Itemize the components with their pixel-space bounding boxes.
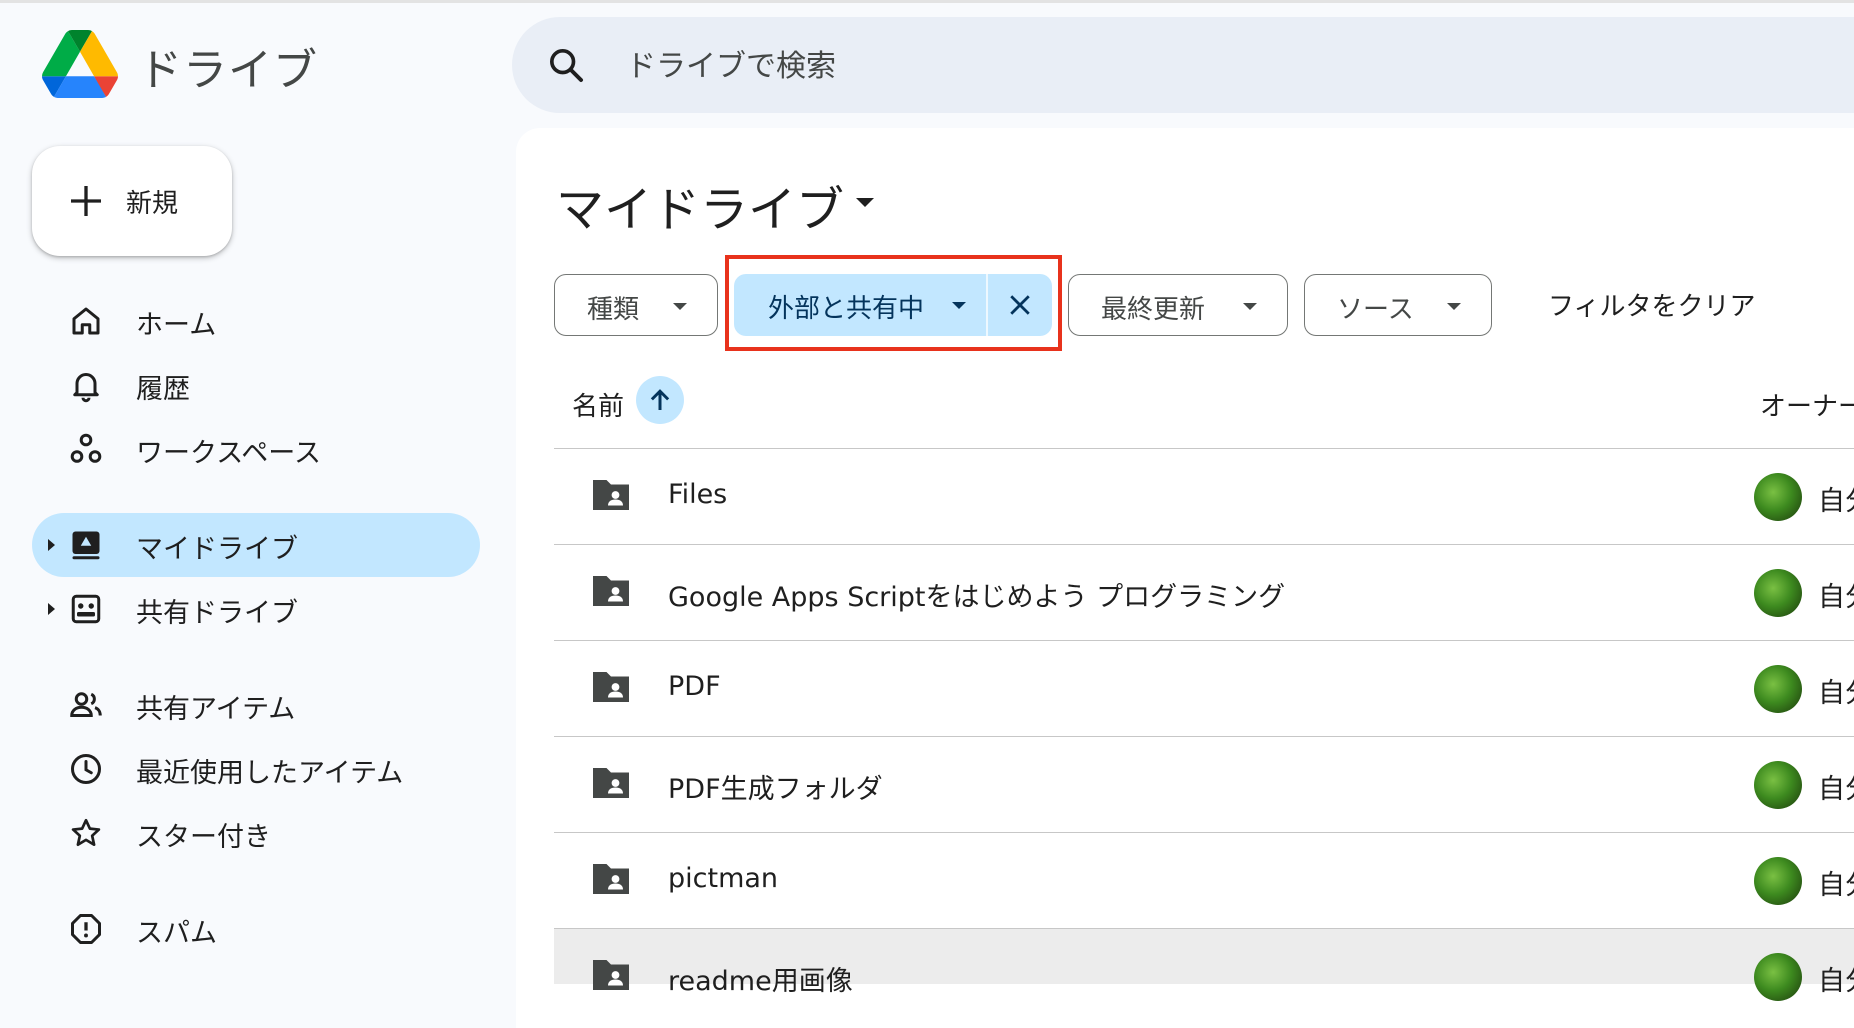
file-name: Files — [668, 479, 728, 510]
sidebar-item-shared-with-me[interactable]: 共有アイテム — [32, 673, 480, 737]
table-row[interactable]: PDF生成フォルダ 自分 — [554, 736, 1854, 832]
owner-name: 自分 — [1818, 486, 1854, 517]
sidebar-item-label: ワークスペース — [136, 438, 321, 469]
avatar — [1754, 569, 1802, 617]
search-bar[interactable] — [512, 17, 1854, 113]
sidebar-item-label: スパム — [136, 918, 217, 949]
clear-filters-button[interactable]: フィルタをクリア — [1548, 286, 1755, 323]
filter-type-chip[interactable]: 種類 — [554, 274, 718, 336]
filter-source-label: ソース — [1337, 295, 1414, 325]
sidebar-item-label: スター付き — [136, 822, 271, 853]
shared-folder-icon — [593, 768, 629, 798]
avatar — [1754, 953, 1802, 1001]
search-icon[interactable] — [546, 45, 586, 85]
people-icon — [70, 692, 102, 717]
filter-type-label: 種類 — [587, 295, 640, 325]
chevron-down-icon — [1447, 303, 1461, 310]
plus-icon — [71, 186, 101, 216]
shared-folder-icon — [593, 576, 629, 606]
sidebar-item-spam[interactable]: スパム — [32, 897, 480, 961]
file-name: pictman — [668, 863, 779, 894]
sidebar-item-label: 履歴 — [136, 374, 190, 405]
clear-shared-filter-button[interactable] — [988, 274, 1052, 336]
sidebar-item-history[interactable]: 履歴 — [32, 353, 480, 417]
table-row[interactable]: Files 自分 — [554, 448, 1854, 544]
filter-shared-external-label: 外部と共有中 — [768, 294, 925, 324]
sidebar-item-home[interactable]: ホーム — [32, 289, 480, 353]
owner-name: 自分 — [1818, 870, 1854, 901]
shared-folder-icon — [593, 672, 629, 702]
sidebar-item-label: 最近使用したアイテム — [136, 758, 404, 789]
spam-icon — [71, 914, 101, 944]
star-icon — [71, 818, 101, 847]
filter-shared-external-chip: 外部と共有中 — [734, 274, 1052, 336]
app-name: ドライブ — [138, 45, 318, 96]
clock-icon — [71, 754, 101, 784]
sidebar-item-shared-drives[interactable]: 共有ドライブ — [32, 577, 480, 641]
drive-logo-icon[interactable] — [42, 30, 118, 98]
file-name: PDF — [668, 671, 721, 702]
avatar — [1754, 665, 1802, 713]
sidebar-item-label: ホーム — [136, 310, 217, 341]
table-row[interactable]: PDF 自分 — [554, 640, 1854, 736]
owner-name: 自分 — [1818, 966, 1854, 997]
close-icon — [1010, 295, 1030, 315]
avatar — [1754, 761, 1802, 809]
search-input[interactable] — [624, 43, 1528, 89]
page-title[interactable]: マイドライブ — [556, 170, 844, 240]
sidebar-item-starred[interactable]: スター付き — [32, 801, 480, 865]
chevron-down-icon — [673, 303, 687, 310]
sidebar-item-recent[interactable]: 最近使用したアイテム — [32, 737, 480, 801]
avatar — [1754, 473, 1802, 521]
sort-direction-button[interactable] — [636, 376, 684, 424]
shared-folder-icon — [593, 960, 629, 990]
table-row[interactable]: readme用画像 自分 — [554, 928, 1854, 1001]
filter-source-chip[interactable]: ソース — [1304, 274, 1492, 336]
shared-folder-icon — [593, 480, 629, 510]
filter-modified-chip[interactable]: 最終更新 — [1068, 274, 1288, 336]
file-name: readme用画像 — [668, 966, 853, 997]
new-button-label: 新規 — [126, 188, 179, 219]
sidebar-item-label: 共有アイテム — [136, 694, 296, 725]
filter-modified-label: 最終更新 — [1101, 295, 1206, 325]
home-icon — [72, 307, 100, 335]
expand-arrow-icon[interactable] — [48, 539, 55, 551]
shared-drives-icon — [71, 594, 101, 624]
avatar — [1754, 857, 1802, 905]
shared-folder-icon — [593, 864, 629, 894]
owner-name: 自分 — [1818, 774, 1854, 805]
column-header-owner[interactable]: オーナー — [1760, 386, 1854, 423]
title-dropdown-icon[interactable] — [856, 198, 874, 207]
top-border — [0, 0, 1854, 3]
column-header-name[interactable]: 名前 — [572, 386, 624, 423]
file-name: Google Apps Scriptをはじめよう プログラミング — [668, 582, 1286, 613]
filter-shared-external-button[interactable]: 外部と共有中 — [734, 274, 986, 336]
workspaces-icon — [70, 433, 102, 463]
owner-name: 自分 — [1818, 678, 1854, 709]
bell-icon — [73, 373, 99, 403]
new-button[interactable]: 新規 — [32, 146, 232, 256]
arrow-up-icon — [650, 389, 670, 410]
sidebar-item-workspaces[interactable]: ワークスペース — [32, 417, 480, 481]
chevron-down-icon — [1243, 303, 1257, 310]
my-drive-icon — [72, 531, 100, 560]
sidebar-item-my-drive[interactable]: マイドライブ — [32, 513, 480, 577]
owner-name: 自分 — [1818, 582, 1854, 613]
table-row[interactable]: Google Apps Scriptをはじめよう プログラミング 自分 — [554, 544, 1854, 640]
chevron-down-icon — [952, 302, 966, 309]
table-row[interactable]: pictman 自分 — [554, 832, 1854, 928]
sidebar-item-label: 共有ドライブ — [136, 598, 298, 629]
expand-arrow-icon[interactable] — [48, 603, 55, 615]
sidebar-item-label: マイドライブ — [136, 534, 298, 565]
file-name: PDF生成フォルダ — [668, 774, 883, 805]
